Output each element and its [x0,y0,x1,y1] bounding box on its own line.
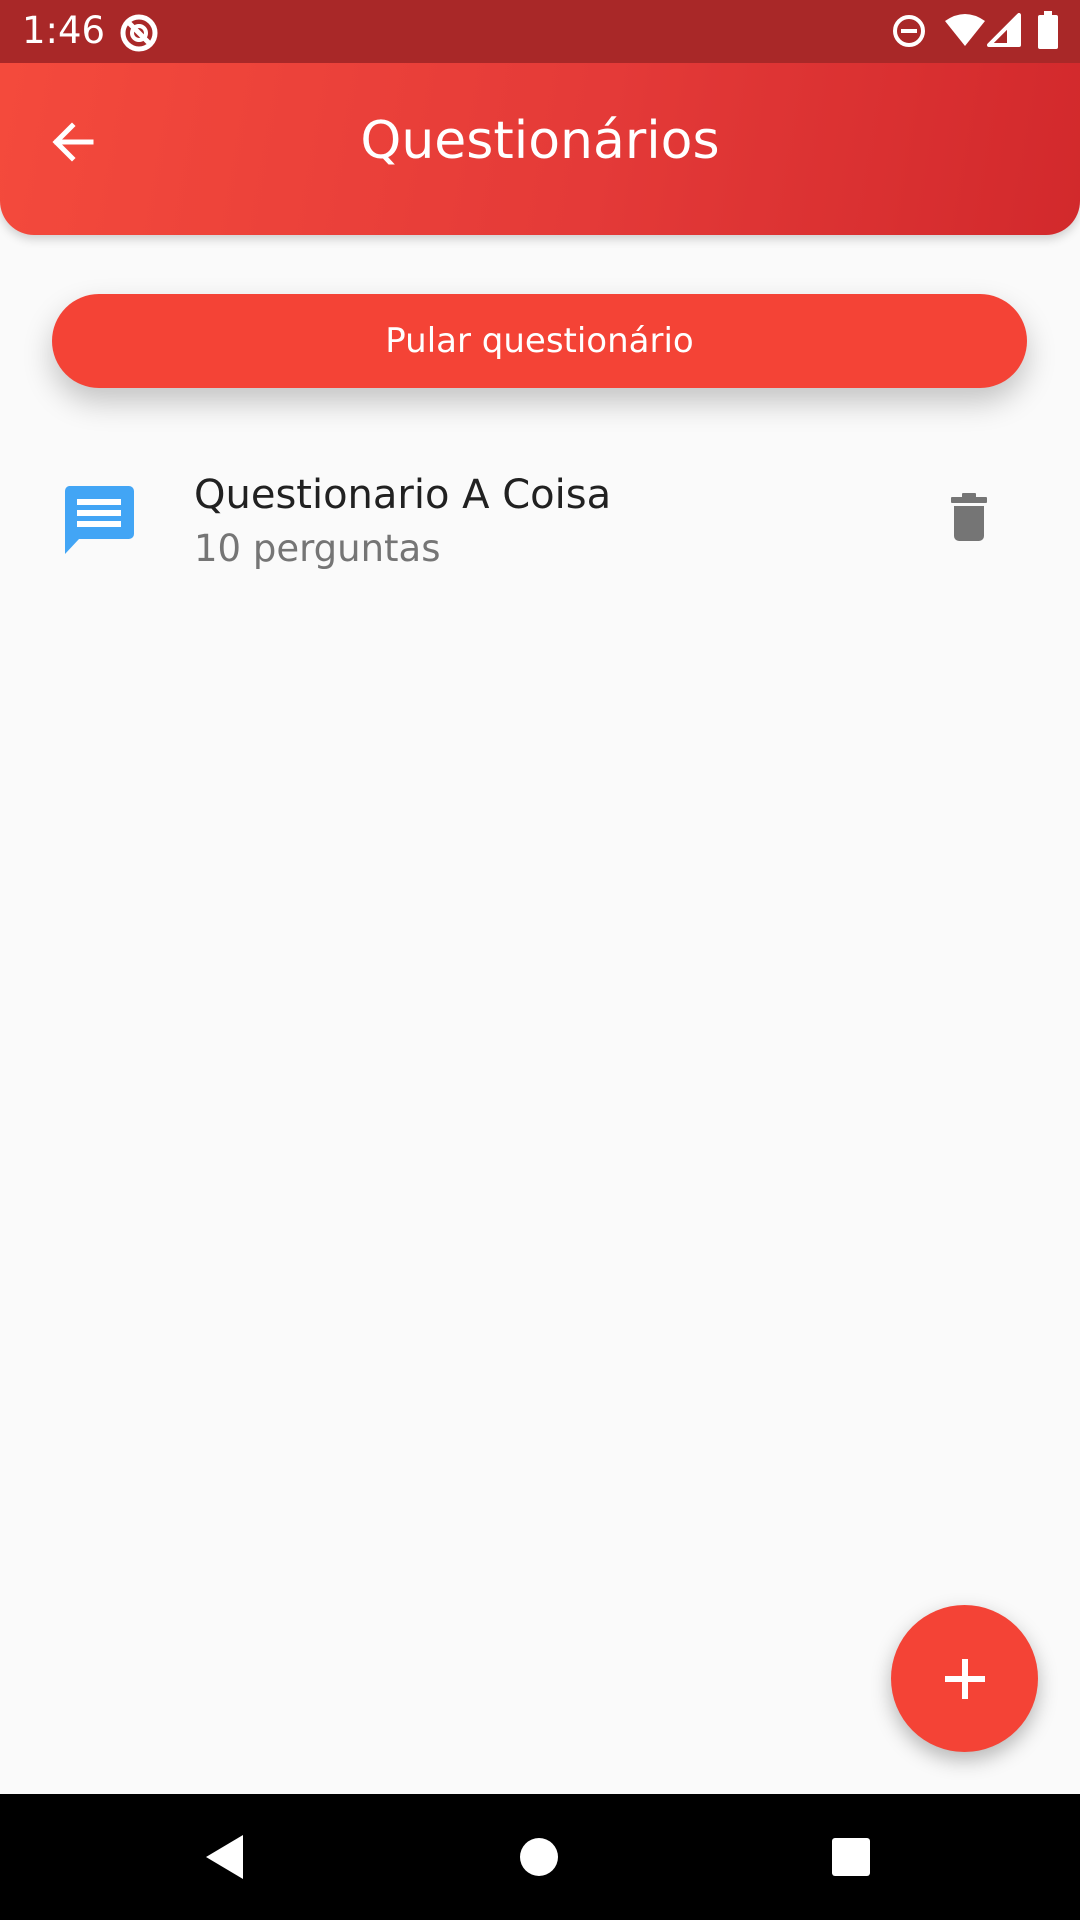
no-sync-icon [120,14,158,52]
nav-back-button[interactable] [180,1812,270,1902]
trash-icon [951,493,987,541]
status-time: 1:46 [22,9,106,52]
add-questionnaire-button[interactable] [891,1605,1038,1752]
home-circle-icon [520,1838,558,1876]
nav-home-button[interactable] [494,1812,584,1902]
questionnaire-list-item[interactable]: Questionario A Coisa 10 perguntas [0,448,1080,592]
app-bar: Questionários [0,63,1080,235]
wifi-icon [945,14,985,46]
battery-icon [1038,11,1058,49]
signal-icon [987,13,1021,47]
back-triangle-icon [206,1835,243,1879]
questionnaire-question-count: 10 perguntas [194,527,441,570]
nav-recents-button[interactable] [806,1812,896,1902]
system-nav-bar [0,1794,1080,1920]
page-title: Questionários [360,111,720,171]
questionnaire-title: Questionario A Coisa [194,472,612,518]
skip-questionnaire-button[interactable]: Pular questionário [52,294,1027,388]
status-bar: 1:46 [0,0,1080,63]
chat-message-icon [64,486,134,554]
plus-icon [944,1658,985,1699]
do-not-disturb-icon [893,15,925,47]
recents-square-icon [832,1838,870,1876]
delete-questionnaire-button[interactable] [936,484,1002,550]
